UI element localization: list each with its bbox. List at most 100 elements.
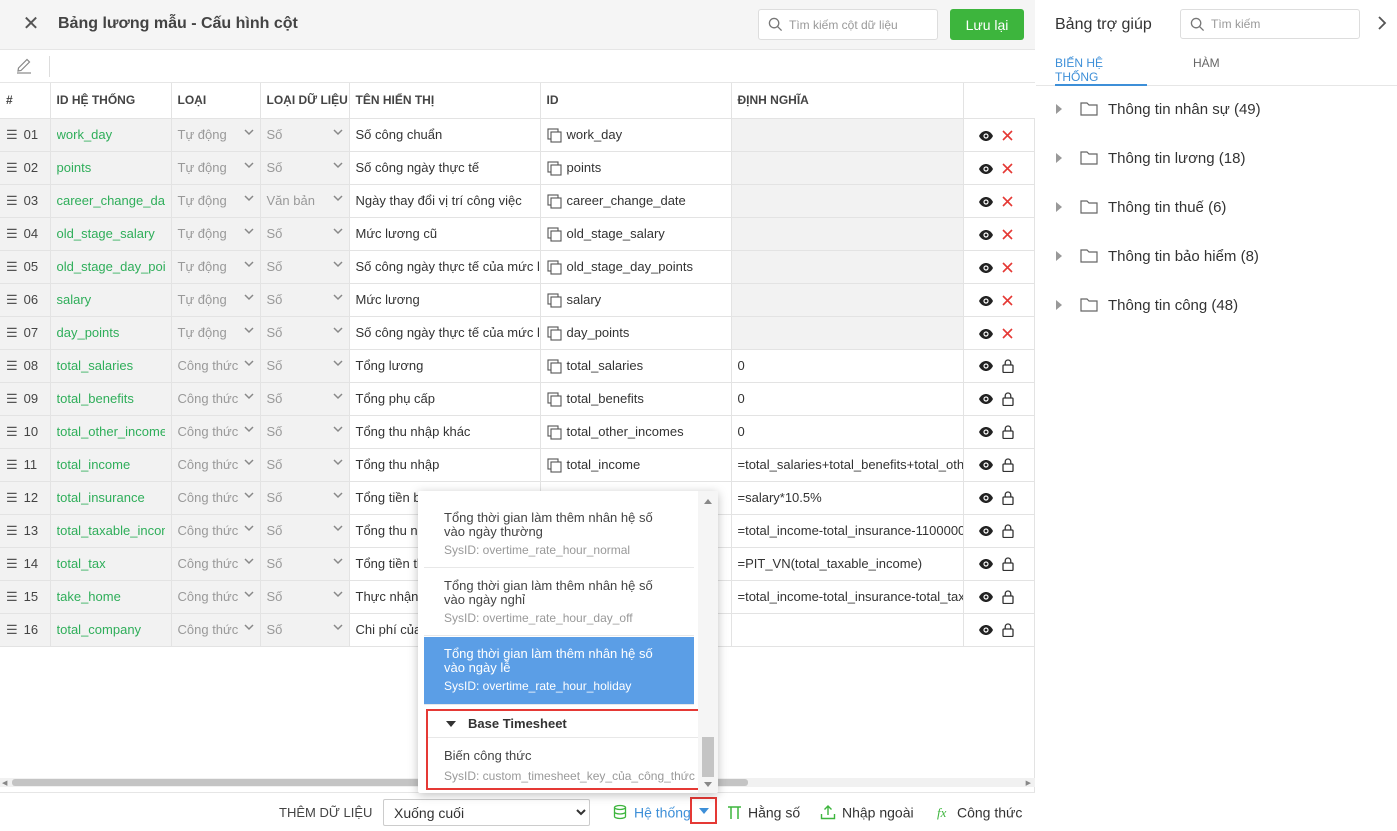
- column-search-input[interactable]: [789, 15, 933, 35]
- data-type-select[interactable]: Số: [260, 118, 350, 152]
- definition-cell[interactable]: [731, 316, 964, 350]
- row-number-cell[interactable]: ☰ 11: [0, 448, 51, 482]
- eye-icon[interactable]: [978, 328, 994, 340]
- type-select[interactable]: Công thức: [171, 382, 261, 416]
- column-search[interactable]: [758, 9, 938, 40]
- data-type-select[interactable]: Số: [260, 580, 350, 614]
- eye-icon[interactable]: [978, 525, 994, 537]
- type-select[interactable]: Công thức: [171, 514, 261, 548]
- lock-icon[interactable]: [1001, 491, 1014, 506]
- row-number-cell[interactable]: ☰ 01: [0, 118, 51, 152]
- id-cell[interactable]: old_stage_salary: [540, 217, 732, 251]
- drag-handle-icon[interactable]: ☰: [6, 358, 18, 373]
- lock-icon[interactable]: [1001, 590, 1014, 605]
- row-number-cell[interactable]: ☰ 04: [0, 217, 51, 251]
- definition-cell[interactable]: [731, 217, 964, 251]
- type-select[interactable]: Công thức: [171, 415, 261, 449]
- delete-icon[interactable]: [1001, 295, 1013, 306]
- caret-right-icon[interactable]: [1056, 104, 1062, 114]
- tab-system-variables[interactable]: BIẾN HỆ THỐNG: [1055, 56, 1147, 86]
- drag-handle-icon[interactable]: ☰: [6, 622, 18, 637]
- row-number-cell[interactable]: ☰ 07: [0, 316, 51, 350]
- data-type-select[interactable]: Số: [260, 151, 350, 185]
- display-name-cell[interactable]: Tổng lương: [349, 349, 541, 383]
- id-cell[interactable]: total_income: [540, 448, 732, 482]
- drag-handle-icon[interactable]: ☰: [6, 160, 18, 175]
- type-select[interactable]: Công thức: [171, 580, 261, 614]
- display-name-cell[interactable]: Tổng phụ cấp: [349, 382, 541, 416]
- delete-icon[interactable]: [1001, 163, 1013, 174]
- scroll-up-icon[interactable]: [704, 499, 712, 504]
- delete-icon[interactable]: [1001, 196, 1013, 207]
- definition-cell[interactable]: 0: [731, 382, 964, 416]
- copy-icon[interactable]: [546, 391, 562, 407]
- definition-cell[interactable]: =total_salaries+total_benefits+total_oth: [731, 448, 964, 482]
- eye-icon[interactable]: [978, 591, 994, 603]
- display-name-cell[interactable]: Số công ngày thực tế của mức l: [349, 316, 541, 350]
- id-cell[interactable]: day_points: [540, 316, 732, 350]
- type-select[interactable]: Tự động: [171, 217, 261, 251]
- data-type-select[interactable]: Văn bản: [260, 184, 350, 218]
- row-number-cell[interactable]: ☰ 03: [0, 184, 51, 218]
- copy-icon[interactable]: [546, 358, 562, 374]
- dropdown-scrollbar[interactable]: [698, 491, 718, 793]
- display-name-cell[interactable]: Số công chuẩn: [349, 118, 541, 152]
- type-select[interactable]: Tự động: [171, 184, 261, 218]
- type-select[interactable]: Công thức: [171, 448, 261, 482]
- table-row[interactable]: ☰ 10 total_other_incomes Công thức Số Tổng th…: [0, 415, 1035, 449]
- save-button[interactable]: Lưu lại: [950, 9, 1024, 40]
- row-number-cell[interactable]: ☰ 12: [0, 481, 51, 515]
- position-select[interactable]: Xuống cuối: [383, 799, 590, 826]
- chevron-right-icon[interactable]: [1376, 15, 1388, 31]
- data-type-select[interactable]: Số: [260, 481, 350, 515]
- copy-icon[interactable]: [546, 325, 562, 341]
- table-row[interactable]: ☰ 05 old_stage_day_points Tự động Số Số công …: [0, 250, 1035, 284]
- row-number-cell[interactable]: ☰ 13: [0, 514, 51, 548]
- pencil-icon[interactable]: [15, 57, 33, 75]
- delete-icon[interactable]: [1001, 262, 1013, 273]
- drag-handle-icon[interactable]: ☰: [6, 457, 18, 472]
- group-header[interactable]: Base Timesheet: [428, 711, 698, 738]
- row-number-cell[interactable]: ☰ 09: [0, 382, 51, 416]
- type-select[interactable]: Tự động: [171, 283, 261, 317]
- eye-icon[interactable]: [978, 393, 994, 405]
- type-select[interactable]: Công thức: [171, 613, 261, 647]
- table-row[interactable]: ☰ 06 salary Tự động Số Mức lương salary: [0, 283, 1035, 317]
- eye-icon[interactable]: [978, 360, 994, 372]
- delete-icon[interactable]: [1001, 229, 1013, 240]
- eye-icon[interactable]: [978, 196, 994, 208]
- drag-handle-icon[interactable]: ☰: [6, 490, 18, 505]
- id-cell[interactable]: points: [540, 151, 732, 185]
- data-type-select[interactable]: Số: [260, 283, 350, 317]
- row-number-cell[interactable]: ☰ 15: [0, 580, 51, 614]
- type-select[interactable]: Công thức: [171, 481, 261, 515]
- data-type-select[interactable]: Số: [260, 415, 350, 449]
- table-row[interactable]: ☰ 02 points Tự động Số Số công ngày thực tế po…: [0, 151, 1035, 185]
- display-name-cell[interactable]: Mức lương cũ: [349, 217, 541, 251]
- row-number-cell[interactable]: ☰ 16: [0, 613, 51, 647]
- help-search-input[interactable]: [1211, 15, 1351, 33]
- formula-button[interactable]: fx Công thức: [937, 803, 1022, 823]
- definition-cell[interactable]: [731, 118, 964, 152]
- drag-handle-icon[interactable]: ☰: [6, 226, 18, 241]
- caret-right-icon[interactable]: [1056, 153, 1062, 163]
- dropdown-scroll-thumb[interactable]: [702, 737, 714, 777]
- copy-icon[interactable]: [546, 457, 562, 473]
- id-cell[interactable]: total_other_incomes: [540, 415, 732, 449]
- definition-cell[interactable]: [731, 151, 964, 185]
- row-number-cell[interactable]: ☰ 06: [0, 283, 51, 317]
- drag-handle-icon[interactable]: ☰: [6, 391, 18, 406]
- dropdown-item[interactable]: Tổng thời gian làm thêm nhân hệ số vào n…: [424, 503, 694, 568]
- copy-icon[interactable]: [546, 292, 562, 308]
- definition-cell[interactable]: =total_income-total_insurance-total_tax: [731, 580, 964, 614]
- data-type-select[interactable]: Số: [260, 217, 350, 251]
- type-select[interactable]: Công thức: [171, 547, 261, 581]
- definition-cell[interactable]: =salary*10.5%: [731, 481, 964, 515]
- table-row[interactable]: ☰ 09 total_benefits Công thức Số Tổng phụ cấp…: [0, 382, 1035, 416]
- row-number-cell[interactable]: ☰ 05: [0, 250, 51, 284]
- scroll-right-icon[interactable]: ▶: [1026, 779, 1031, 787]
- import-button[interactable]: Nhập ngoài: [820, 803, 914, 823]
- drag-handle-icon[interactable]: ☰: [6, 523, 18, 538]
- drag-handle-icon[interactable]: ☰: [6, 259, 18, 274]
- system-dropdown-toggle[interactable]: [690, 797, 717, 824]
